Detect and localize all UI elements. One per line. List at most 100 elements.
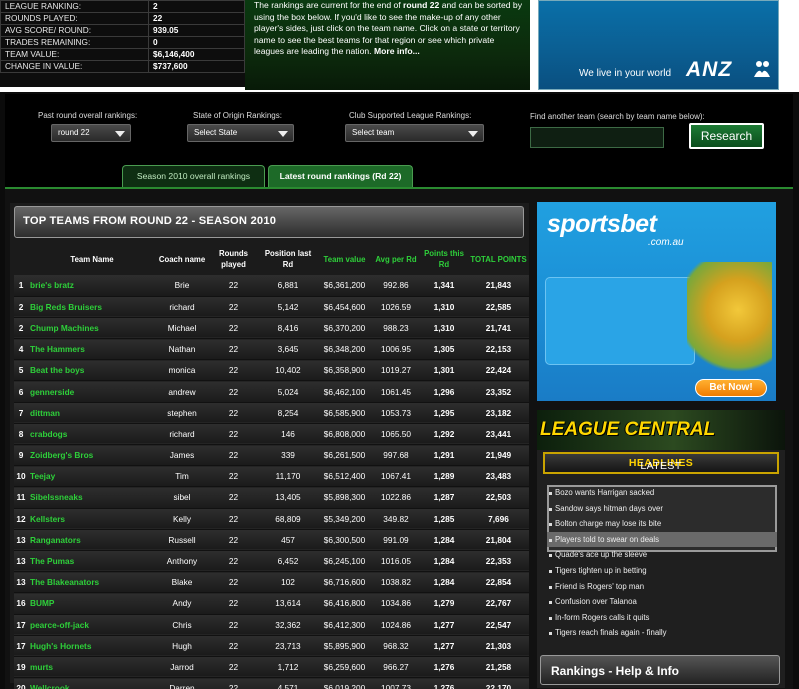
team-value-cell: $6,019,200 xyxy=(317,677,372,689)
column-header[interactable]: Position last Rd xyxy=(259,243,317,275)
headline-item[interactable]: Bozo wants Harrigan sacked xyxy=(547,485,777,501)
team-name-cell[interactable]: gennerside xyxy=(28,380,156,403)
team-name-cell[interactable]: crabdogs xyxy=(28,423,156,446)
ad-image-panel xyxy=(545,277,695,365)
headline-item[interactable]: Tigers tighten up in betting xyxy=(547,563,777,579)
rounds-played-cell: 22 xyxy=(208,571,259,594)
headline-item[interactable]: In-form Rogers calls it quits xyxy=(547,610,777,626)
tab-latest-round[interactable]: Latest round rankings (Rd 22) xyxy=(268,165,413,187)
column-header[interactable]: Team value xyxy=(317,243,372,275)
position-last-rd-cell: 6,452 xyxy=(259,550,317,573)
points-this-rd-cell: 1,295 xyxy=(420,402,468,424)
team-name-cell[interactable]: Wellcrook xyxy=(28,677,156,689)
stat-label: AVG SCORE/ ROUND: xyxy=(0,24,149,37)
team-name-cell[interactable]: The Blakeanators xyxy=(28,571,156,594)
past-round-select[interactable]: round 22 xyxy=(51,124,131,142)
intro-text-a: The rankings are current for the end of xyxy=(254,0,404,10)
coach-name-cell: James xyxy=(156,444,208,467)
sportsbet-logo: sportsbet xyxy=(547,210,657,238)
coach-name-cell: Michael xyxy=(156,317,208,340)
club-team-select[interactable]: Select team xyxy=(345,124,484,142)
points-this-rd-cell: 1,289 xyxy=(420,465,468,488)
stat-value: 22 xyxy=(148,12,245,25)
rank-cell: 2 xyxy=(14,317,28,340)
headline-item[interactable]: Confusion over Talanoa xyxy=(547,594,777,610)
rank-cell: 5 xyxy=(14,359,28,382)
team-name-cell[interactable]: Chump Machines xyxy=(28,317,156,340)
headline-item[interactable]: Sandow says hitman days over xyxy=(547,501,777,517)
state-select[interactable]: Select State xyxy=(187,124,294,142)
position-last-rd-cell: 3,645 xyxy=(259,338,317,361)
team-name-cell[interactable]: Teejay xyxy=(28,465,156,488)
table-row: 2 Chump Machines Michael 22 8,416 $6,370,200 9… xyxy=(14,317,529,340)
rankings-table: Team Name Coach name Rounds played Position… xyxy=(14,243,529,689)
headline-item[interactable]: Bolton charge may lose its bite xyxy=(547,516,777,532)
headline-item[interactable]: Quade's ace up the sleeve xyxy=(547,547,777,563)
team-name-cell[interactable]: BUMP xyxy=(28,592,156,615)
column-header[interactable]: TOTAL POINTS xyxy=(468,243,529,275)
table-row: 8 crabdogs richard 22 146 $6,808,000 1065.50 1,… xyxy=(14,423,529,446)
coach-name-cell: stephen xyxy=(156,402,208,424)
stat-label: ROUNDS PLAYED: xyxy=(0,12,149,25)
team-name-cell[interactable]: dittman xyxy=(28,402,156,424)
team-name-cell[interactable]: murts xyxy=(28,656,156,679)
team-name-cell[interactable]: Sibelssneaks xyxy=(28,486,156,509)
position-last-rd-cell: 4,571 xyxy=(259,677,317,689)
points-this-rd-cell: 1,285 xyxy=(420,508,468,530)
league-central-title: LEAGUE CENTRAL xyxy=(540,419,716,440)
league-central-header: LEAGUE CENTRAL xyxy=(537,410,785,450)
more-info-link[interactable]: More info... xyxy=(374,46,420,56)
anz-logo: ANZ xyxy=(686,58,733,81)
team-name-cell[interactable]: The Pumas xyxy=(28,550,156,573)
athlete-image xyxy=(687,262,772,382)
rankings-intro: The rankings are current for the end of … xyxy=(245,0,530,90)
team-name-cell[interactable]: Zoidberg's Bros xyxy=(28,444,156,467)
column-header[interactable]: Avg per Rd xyxy=(372,243,420,275)
rounds-played-cell: 22 xyxy=(208,656,259,679)
headline-item[interactable]: Friend is Rogers' top man xyxy=(547,579,777,595)
headline-item[interactable]: Players told to swear on deals xyxy=(547,531,777,548)
rounds-played-cell: 22 xyxy=(208,380,259,403)
tab-season-overall[interactable]: Season 2010 overall rankings xyxy=(122,165,265,187)
team-name-cell[interactable]: Hugh's Hornets xyxy=(28,635,156,657)
bet-now-button[interactable]: Bet Now! xyxy=(695,379,767,397)
team-name-cell[interactable]: Ranganators xyxy=(28,529,156,551)
rounds-played-cell: 22 xyxy=(208,338,259,361)
stat-row: TEAM VALUE: $6,146,400 xyxy=(0,48,245,61)
anz-ad-banner[interactable]: We live in your world ANZ xyxy=(538,0,779,90)
column-header[interactable]: Points this Rd xyxy=(420,243,468,275)
headline-item[interactable]: Tigers reach finals again - finally xyxy=(547,625,777,641)
rank-cell: 4 xyxy=(14,338,28,361)
table-row: 17 Hugh's Hornets Hugh 22 23,713 $5,895,900 96… xyxy=(14,635,529,657)
stat-row: LEAGUE RANKING: 2 xyxy=(0,0,245,13)
team-value-cell: $6,348,200 xyxy=(317,338,372,361)
rankings-title: TOP TEAMS FROM ROUND 22 - SEASON 2010 xyxy=(23,215,277,227)
sportsbet-ad[interactable]: sportsbet .com.au Bet Now! xyxy=(537,202,776,401)
team-name-cell[interactable]: pearce-off-jack xyxy=(28,614,156,636)
points-this-rd-cell: 1,276 xyxy=(420,677,468,689)
column-header[interactable]: Coach name xyxy=(156,243,208,275)
team-name-cell[interactable]: Kellsters xyxy=(28,508,156,530)
team-search-input[interactable] xyxy=(530,127,664,148)
research-button[interactable]: Research xyxy=(689,123,764,149)
rank-cell: 11 xyxy=(14,486,28,509)
rounds-played-cell: 22 xyxy=(208,677,259,689)
rank-cell: 6 xyxy=(14,380,28,403)
team-name-cell[interactable]: The Hammers xyxy=(28,338,156,361)
column-header[interactable]: Rounds played xyxy=(208,243,259,275)
find-team-label: Find another team (search by team name b… xyxy=(530,112,705,121)
coach-name-cell: monica xyxy=(156,359,208,382)
table-row: 17 pearce-off-jack Chris 22 32,362 $6,412,300… xyxy=(14,614,529,636)
team-name-cell[interactable]: Beat the boys xyxy=(28,359,156,382)
rounds-played-cell: 22 xyxy=(208,359,259,382)
team-name-cell[interactable]: Big Reds Bruisers xyxy=(28,296,156,318)
avg-per-rd-cell: 349.82 xyxy=(372,508,420,530)
stat-label: TEAM VALUE: xyxy=(0,48,149,61)
total-points-cell: 22,854 xyxy=(468,571,529,594)
team-name-cell[interactable]: brie's bratz xyxy=(28,275,156,297)
rounds-played-cell: 22 xyxy=(208,614,259,636)
column-header[interactable]: Team Name xyxy=(28,243,156,275)
table-row: 7 dittman stephen 22 8,254 $6,585,900 1053.73 1… xyxy=(14,402,529,424)
avg-per-rd-cell: 1067.41 xyxy=(372,465,420,488)
rankings-help-bar[interactable]: Rankings - Help & Info xyxy=(540,655,780,685)
